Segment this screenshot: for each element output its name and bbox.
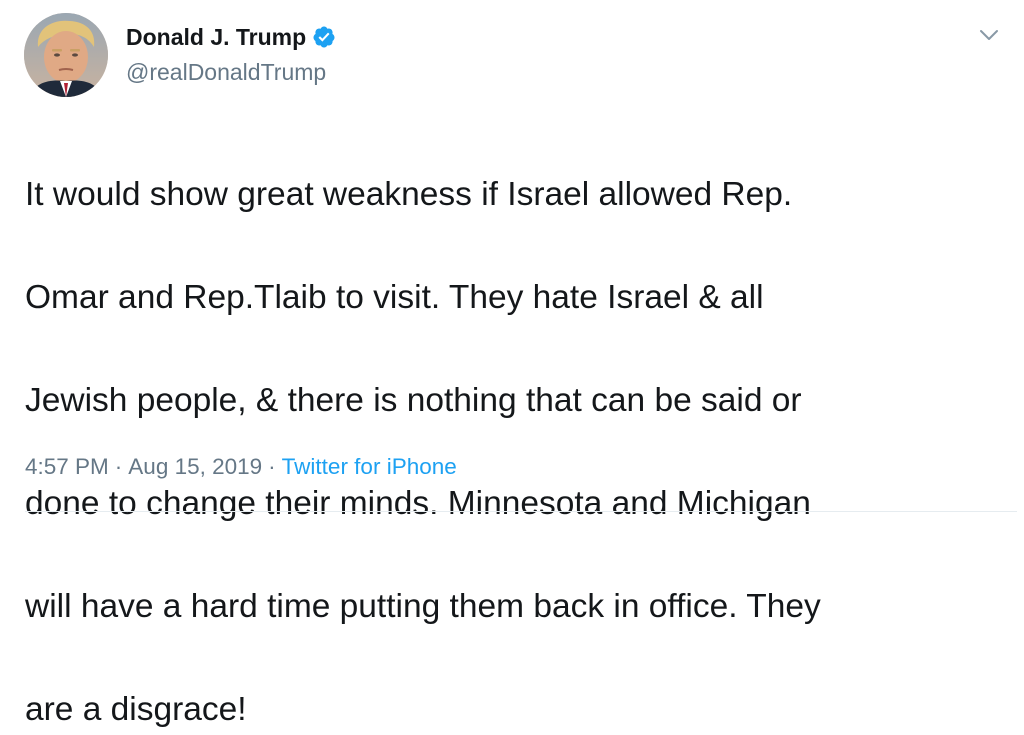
chevron-down-icon[interactable] <box>976 22 1002 48</box>
tweet-text-line: will have a hard time putting them back … <box>25 587 821 625</box>
tweet-source-link[interactable]: Twitter for iPhone <box>282 454 457 479</box>
tweet-text-line: It would show great weakness if Israel a… <box>25 175 793 213</box>
meta-separator: · <box>268 454 276 479</box>
user-name-row[interactable]: Donald J. Trump <box>126 22 336 52</box>
tweet-text-line: Omar and Rep.Tlaib to visit. They hate I… <box>25 278 764 316</box>
divider <box>25 511 1017 512</box>
verified-badge-icon <box>312 25 336 49</box>
avatar-image <box>24 13 108 97</box>
tweet-timestamp[interactable]: 4:57 PM <box>25 454 109 479</box>
tweet-text-line: Jewish people, & there is nothing that c… <box>25 381 802 419</box>
tweet-text-line: done to change their minds. Minnesota an… <box>25 484 811 522</box>
tweet-date[interactable]: Aug 15, 2019 <box>128 454 262 479</box>
tweet-card: Donald J. Trump @realDonaldTrump It woul… <box>0 0 1024 728</box>
tweet-text-line: are a disgrace! <box>25 690 247 728</box>
tweet-text: It would show great weakness if Israel a… <box>25 117 1005 735</box>
tweet-metadata: 4:57 PM · Aug 15, 2019 · Twitter for iPhone <box>25 452 457 482</box>
display-name[interactable]: Donald J. Trump <box>126 22 306 52</box>
avatar[interactable] <box>24 13 108 97</box>
screen-name[interactable]: @realDonaldTrump <box>126 57 326 87</box>
meta-separator: · <box>114 454 123 479</box>
